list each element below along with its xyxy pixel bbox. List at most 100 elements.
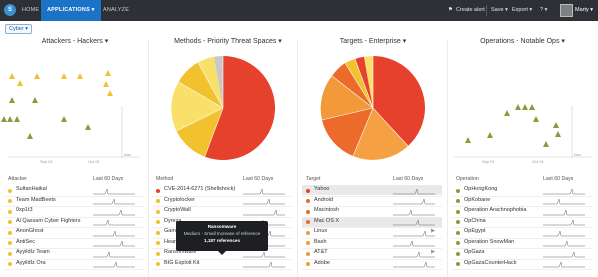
- attacker-marker[interactable]: [103, 81, 109, 87]
- table-row-label[interactable]: SultanHaikal: [16, 186, 47, 192]
- sparkline: [543, 240, 585, 247]
- table-row-label[interactable]: Al Qassam Cyber Fighters: [16, 218, 81, 224]
- panel-title-attackers[interactable]: Attackers - Hackers ▾: [20, 37, 130, 45]
- operation-marker[interactable]: [487, 132, 493, 138]
- sparkline: [393, 240, 435, 247]
- table-row-label[interactable]: OpChina: [464, 218, 486, 224]
- table-row-label[interactable]: AyyildIz Team: [16, 249, 50, 255]
- column-header-attacker[interactable]: Attacker: [8, 176, 27, 182]
- row-color-dot: [456, 188, 460, 193]
- operation-marker[interactable]: [522, 104, 528, 110]
- app-logo[interactable]: S: [4, 4, 16, 16]
- table-row-label[interactable]: AyyildIz Ora: [16, 260, 46, 266]
- column-header-target[interactable]: Target: [306, 176, 320, 182]
- operation-marker[interactable]: [515, 104, 521, 110]
- table-row-label[interactable]: OpGazaCounterHack: [464, 260, 517, 266]
- attacker-marker[interactable]: [107, 90, 113, 96]
- table-row-label[interactable]: Operation SnowMan: [464, 239, 514, 245]
- tooltip-title: Ransomware: [207, 224, 237, 229]
- operation-marker[interactable]: [465, 137, 471, 143]
- column-header-last-60-days[interactable]: Last 60 Days: [393, 176, 423, 182]
- table-row-label[interactable]: Yahoo: [314, 186, 330, 192]
- attacker-marker[interactable]: [32, 97, 38, 103]
- row-color-dot: [8, 262, 12, 266]
- panel-divider: [148, 40, 149, 277]
- attacker-marker[interactable]: [7, 116, 13, 122]
- table-row-label[interactable]: OpHongKong: [464, 186, 497, 192]
- sparkline: [543, 261, 585, 268]
- user-menu[interactable]: Marty ▾: [575, 0, 593, 21]
- row-color-dot: [306, 241, 310, 245]
- table-row-label[interactable]: Team MadBeets: [16, 197, 56, 203]
- operation-marker[interactable]: [543, 141, 549, 147]
- sparkline: [243, 198, 285, 205]
- filter-dropdown[interactable]: Cyber ▾: [5, 24, 32, 34]
- sparkline: [543, 219, 585, 226]
- panel-title-methods[interactable]: Methods - Priority Threat Spaces ▾: [158, 37, 298, 45]
- column-header-last-60-days[interactable]: Last 60 Days: [243, 176, 273, 182]
- operation-marker[interactable]: [504, 110, 510, 116]
- row-color-dot: [8, 220, 12, 224]
- column-header-last-60-days[interactable]: Last 60 Days: [543, 176, 573, 182]
- table-row-label[interactable]: AntiSec: [16, 239, 35, 245]
- attacker-marker[interactable]: [85, 124, 91, 130]
- attacker-marker[interactable]: [34, 73, 40, 79]
- table-row-label[interactable]: Macintosh: [314, 207, 339, 213]
- save-menu[interactable]: Save ▾: [491, 0, 508, 21]
- table-row-label[interactable]: Cryptolocker: [164, 197, 195, 203]
- table-row-label[interactable]: BIG Exploit Kit: [164, 260, 199, 266]
- table-row-label[interactable]: Adobe: [314, 260, 330, 266]
- help-menu[interactable]: ? ▾: [540, 0, 547, 21]
- panel-title-operations[interactable]: Operations - Notable Ops ▾: [465, 37, 580, 45]
- operations-timeline[interactable]: Sep 01 Oct 01 Nov: [448, 46, 598, 166]
- attacker-marker[interactable]: [1, 116, 7, 122]
- attacker-marker[interactable]: [9, 73, 15, 79]
- nav-applications[interactable]: APPLICATIONS ▾: [41, 0, 101, 21]
- operation-marker[interactable]: [533, 116, 539, 122]
- table-row-label[interactable]: Android: [314, 197, 333, 203]
- table-row-label[interactable]: 0xp1t3: [16, 207, 33, 213]
- attacker-marker[interactable]: [17, 80, 23, 86]
- expand-arrow-icon[interactable]: ▶: [431, 228, 435, 234]
- attacker-marker[interactable]: [105, 70, 111, 76]
- create-alert-button[interactable]: Create alert: [456, 0, 485, 21]
- sparkline: [93, 198, 135, 205]
- attacker-marker[interactable]: [77, 73, 83, 79]
- row-color-dot: [156, 262, 160, 266]
- attacker-marker[interactable]: [61, 116, 67, 122]
- table-row-label[interactable]: Operation Arachnophobia: [464, 207, 526, 213]
- nav-analyze[interactable]: ANALYZE: [103, 0, 129, 21]
- operation-marker[interactable]: [553, 122, 559, 128]
- table-row-label[interactable]: Bash: [314, 239, 327, 245]
- column-header-method[interactable]: Method: [156, 176, 173, 182]
- table-row-label[interactable]: Mac OS X: [314, 218, 339, 224]
- sparkline: [243, 187, 285, 194]
- targets-pie-chart[interactable]: [318, 48, 428, 168]
- expand-arrow-icon[interactable]: ▶: [431, 249, 435, 255]
- table-row-label[interactable]: Linux: [314, 228, 327, 234]
- export-menu[interactable]: Export ▾: [512, 0, 532, 21]
- panel-title-targets[interactable]: Targets - Enterprise ▾: [318, 37, 428, 45]
- attackers-timeline[interactable]: Sep 01 Oct 01 Nov: [0, 46, 148, 166]
- operation-marker[interactable]: [555, 131, 561, 137]
- methods-pie-chart[interactable]: [168, 48, 278, 168]
- column-header-last-60-days[interactable]: Last 60 Days: [93, 176, 123, 182]
- table-row-label[interactable]: OpGaza: [464, 249, 484, 255]
- table-row-label[interactable]: CryptoWall: [164, 207, 191, 213]
- column-header-operation[interactable]: Operation: [456, 176, 479, 182]
- attacker-marker[interactable]: [9, 97, 15, 103]
- attacker-marker[interactable]: [14, 116, 20, 122]
- operation-marker[interactable]: [529, 104, 535, 110]
- nav-divider: [486, 5, 487, 16]
- avatar[interactable]: [560, 4, 573, 17]
- table-row-label[interactable]: OpKobane: [464, 197, 490, 203]
- attacker-marker[interactable]: [61, 73, 67, 79]
- row-color-dot: [8, 209, 12, 214]
- nav-home[interactable]: HOME: [22, 0, 39, 21]
- attacker-marker[interactable]: [27, 133, 33, 139]
- row-color-dot: [456, 199, 460, 203]
- table-row-label[interactable]: AnonGhost: [16, 228, 44, 234]
- table-row-label[interactable]: OpEgypt: [464, 228, 485, 234]
- table-row-label[interactable]: AT&T: [314, 249, 328, 255]
- table-row-label[interactable]: CVE-2014-6271 (Shellshock): [164, 186, 235, 192]
